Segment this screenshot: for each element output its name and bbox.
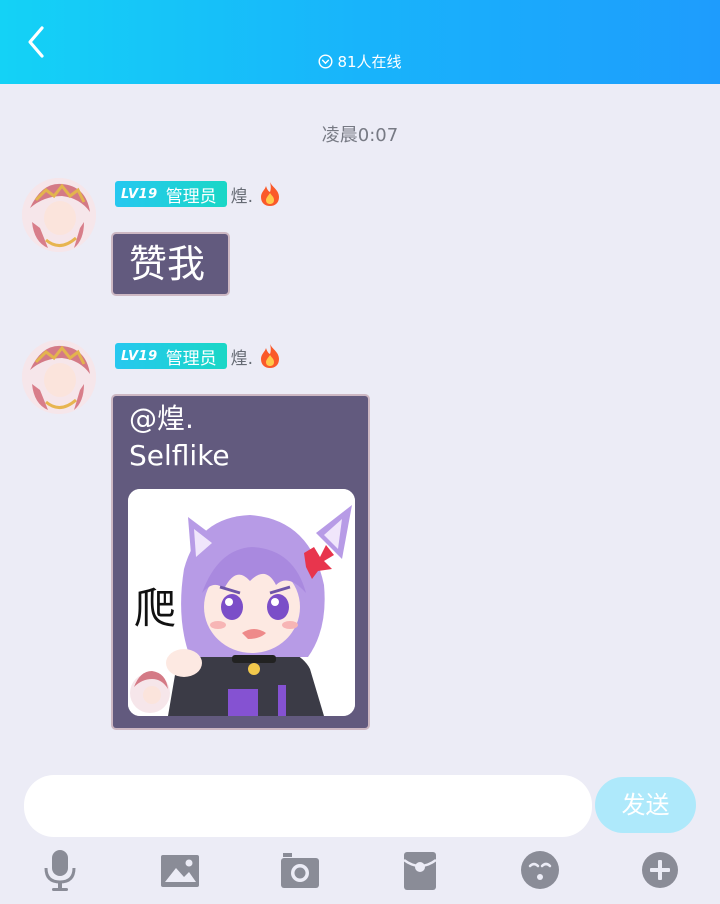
level-label: LV19 <box>121 186 158 202</box>
username[interactable]: 煌. <box>231 344 253 369</box>
camera-button[interactable] <box>278 848 322 892</box>
user-avatar[interactable] <box>22 340 96 414</box>
red-packet-icon <box>403 852 437 890</box>
voice-button[interactable] <box>38 848 82 892</box>
top-bar: 81人在线 <box>0 0 720 84</box>
sticker-text: 爬 <box>134 584 176 633</box>
role-label: 管理员 <box>165 186 217 207</box>
message-timestamp: 凌晨0:07 <box>321 125 399 146</box>
message-bubble[interactable]: 赞我 <box>113 234 228 294</box>
emoji-button[interactable] <box>518 848 562 892</box>
user-avatar[interactable] <box>22 178 96 252</box>
online-count-text: 81人在线 <box>337 53 402 71</box>
camera-icon <box>281 853 319 888</box>
sticker-image[interactable]: 爬 <box>128 489 355 716</box>
sticker-illustration: 爬 <box>128 489 355 716</box>
image-icon <box>161 855 199 887</box>
red-packet-button[interactable] <box>398 848 442 892</box>
level-label: LV19 <box>121 348 158 364</box>
message-text: 赞我 <box>129 242 206 286</box>
fire-icon <box>261 344 280 368</box>
emoji-icon <box>521 851 559 889</box>
plus-icon <box>642 852 678 888</box>
image-button[interactable] <box>158 848 202 892</box>
message-header: LV19 管理员 煌. <box>115 180 281 208</box>
fire-icon <box>261 182 280 206</box>
avatar-image <box>22 178 96 252</box>
level-badge: LV19 管理员 <box>115 343 227 369</box>
online-count: 81人在线 <box>0 52 720 72</box>
message-bubble[interactable]: @煌. Selflike 爬 <box>113 396 368 728</box>
chevron-down-circle-icon <box>318 54 333 69</box>
more-button[interactable] <box>638 848 682 892</box>
message-input[interactable] <box>24 775 592 837</box>
send-button[interactable]: 发送 <box>595 777 696 833</box>
message-text: Selflike <box>129 439 230 472</box>
avatar-image <box>22 340 96 414</box>
message-header: LV19 管理员 煌. <box>115 342 281 370</box>
mention-text[interactable]: @煌. <box>129 402 194 436</box>
username[interactable]: 煌. <box>231 182 253 207</box>
level-badge: LV19 管理员 <box>115 181 227 207</box>
role-label: 管理员 <box>165 348 217 369</box>
microphone-icon <box>44 850 76 891</box>
